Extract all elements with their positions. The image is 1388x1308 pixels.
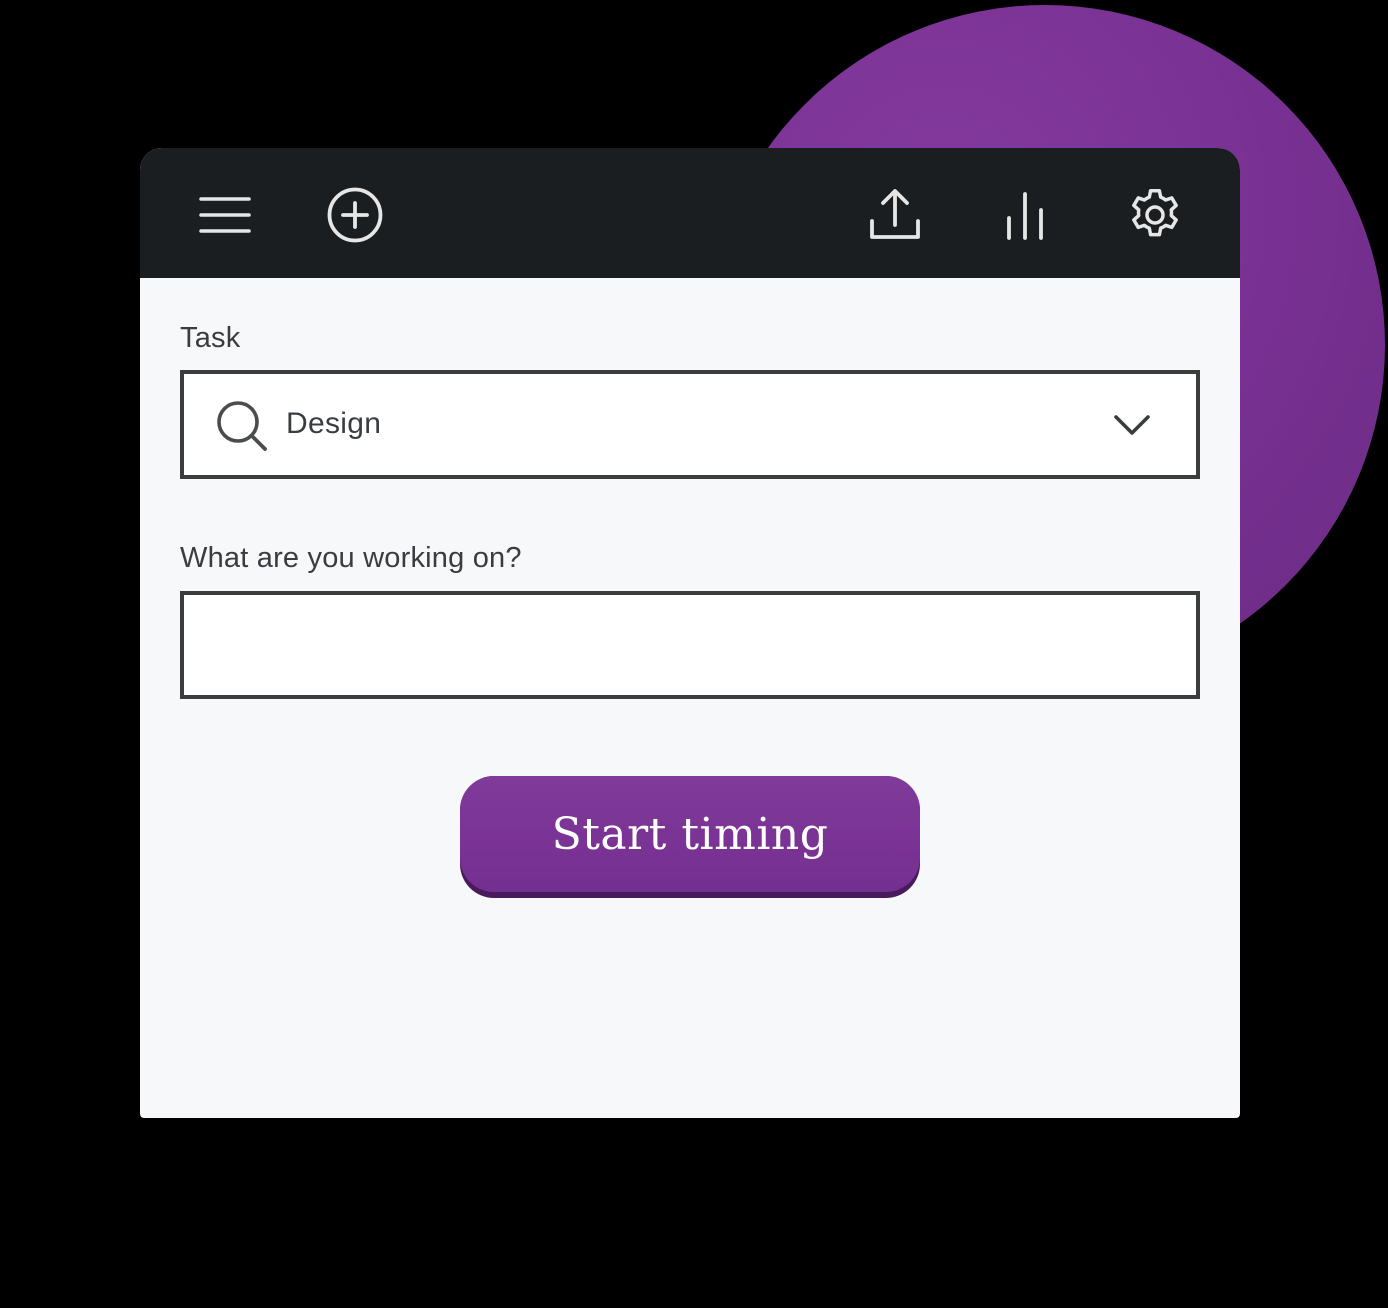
bar-chart-icon: [1007, 192, 1043, 240]
timer-window: Task Design What are you working on? Sta…: [140, 148, 1240, 1118]
work-description-input[interactable]: [180, 591, 1200, 699]
menu-icon: [199, 197, 251, 233]
settings-gear-icon: [1132, 188, 1178, 237]
menu-button[interactable]: [193, 183, 257, 247]
task-label: Task: [180, 322, 241, 354]
export-button[interactable]: [863, 183, 927, 247]
settings-button[interactable]: [1123, 183, 1187, 247]
add-circle-icon: [327, 187, 383, 243]
toolbar: [140, 148, 1240, 278]
start-timing-button-face: Start timing: [460, 776, 920, 892]
upload-icon: [870, 189, 920, 239]
start-timing-label: Start timing: [551, 808, 829, 860]
reports-button[interactable]: [993, 183, 1057, 247]
search-icon: [217, 401, 267, 451]
add-entry-button[interactable]: [323, 183, 387, 247]
start-timing-button[interactable]: Start timing: [460, 776, 920, 898]
task-select-value: Design: [286, 407, 382, 440]
chevron-down-icon: [1114, 415, 1150, 435]
task-select[interactable]: Design: [180, 370, 1200, 479]
work-label: What are you working on?: [180, 542, 522, 574]
